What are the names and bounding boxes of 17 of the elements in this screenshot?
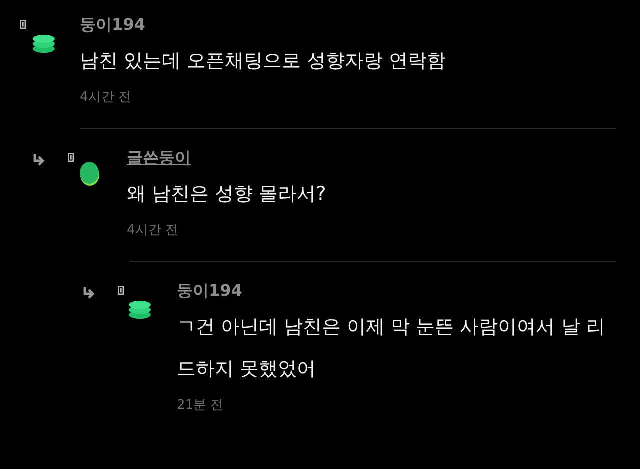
author-name[interactable]: 둥이194 (177, 280, 242, 302)
comment-text: ㄱ건 아닌데 남친은 이제 막 눈뜬 사람이여서 날 리드하지 못했었어 (177, 315, 606, 382)
badge-icon (68, 153, 74, 162)
author-name[interactable]: 글쓴둥이 (127, 147, 191, 169)
timestamp: 4시간 전 (127, 222, 178, 240)
avatar-icon (32, 34, 56, 54)
comment-text: 남친 있는데 오픈채팅으로 성향자랑 연락함 (80, 49, 446, 74)
comment-text: 왜 남친은 성향 몰라서? (127, 182, 326, 207)
avatar-icon (80, 161, 100, 187)
badge-icon (20, 20, 26, 29)
timestamp: 21분 전 (177, 397, 224, 415)
badge-icon (118, 286, 124, 295)
reply-arrow-icon (32, 153, 46, 167)
author-name[interactable]: 둥이194 (80, 14, 146, 36)
timestamp: 4시간 전 (80, 89, 132, 107)
reply-arrow-icon (82, 286, 96, 300)
avatar-icon (128, 300, 152, 320)
